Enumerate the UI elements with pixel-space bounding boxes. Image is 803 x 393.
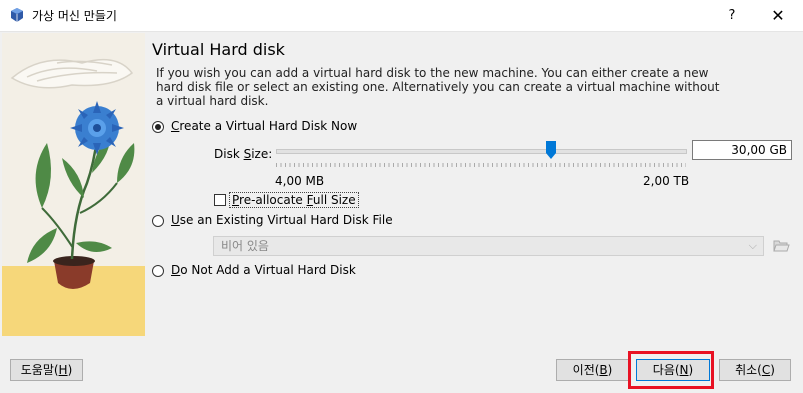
help-button-accel: H	[58, 363, 68, 377]
chevron-down-icon: ⌵	[748, 239, 757, 252]
no-disk-radio[interactable]	[152, 265, 164, 277]
cancel-button-accel: C	[761, 363, 771, 377]
wizard-page: Virtual Hard disk If you wish you can ad…	[145, 32, 803, 348]
no-disk-label-text: o Not Add a Virtual Hard Disk	[180, 263, 356, 277]
help-title-button[interactable]: ?	[718, 0, 746, 31]
back-button[interactable]: 이전(B)	[556, 359, 629, 381]
disk-size-slider-track[interactable]	[276, 149, 687, 154]
back-button-accel: B	[599, 363, 608, 377]
preallocate-label-middle: re-allocate	[239, 193, 307, 207]
cancel-button-label: 취소(	[735, 363, 762, 377]
slider-min-label: 4,00 MB	[275, 174, 325, 188]
cancel-button-close: )	[770, 363, 775, 377]
folder-open-icon[interactable]	[772, 237, 790, 255]
existing-disk-accel: U	[171, 213, 180, 227]
back-button-close: )	[607, 363, 613, 377]
disk-size-input[interactable]: 30,00 GB	[692, 140, 792, 160]
no-disk-label[interactable]: Do Not Add a Virtual Hard Disk	[171, 263, 356, 277]
slider-ticks	[276, 163, 686, 167]
flower-pot-illustration	[2, 33, 145, 336]
disk-size-label: Disk Size:	[214, 147, 272, 161]
preallocate-checkbox[interactable]	[214, 194, 226, 206]
title-bar: 가상 머신 만들기 ? ✕	[0, 0, 803, 32]
window-title: 가상 머신 만들기	[32, 9, 117, 23]
existing-disk-select-value: 비어 있음	[221, 239, 269, 253]
page-description: If you wish you can add a virtual hard d…	[156, 66, 720, 108]
cancel-button[interactable]: 취소(C)	[719, 359, 791, 381]
help-button-close: )	[67, 363, 73, 377]
existing-disk-label[interactable]: Use an Existing Virtual Hard Disk File	[171, 213, 393, 227]
disk-size-slider-handle[interactable]	[546, 141, 556, 159]
preallocate-label-suffix: ull Size	[312, 193, 356, 207]
existing-disk-select[interactable]: 비어 있음 ⌵	[213, 236, 764, 256]
preallocate-accel: P	[232, 193, 240, 207]
disk-size-label-suffix: ize:	[251, 147, 273, 161]
help-button[interactable]: 도움말(H)	[10, 359, 83, 381]
slider-max-label: 2,00 TB	[643, 174, 690, 188]
close-button[interactable]: ✕	[758, 0, 798, 31]
next-button-highlight	[628, 351, 714, 389]
create-disk-radio[interactable]	[152, 121, 164, 133]
back-button-label: 이전(	[572, 363, 600, 377]
create-disk-label-text: reate a Virtual Hard Disk Now	[179, 119, 358, 133]
wizard-illustration	[2, 33, 145, 336]
page-title: Virtual Hard disk	[152, 40, 285, 59]
preallocate-label[interactable]: Pre-allocate Full Size	[229, 192, 359, 208]
create-disk-label[interactable]: Create a Virtual Hard Disk Now	[171, 119, 357, 133]
existing-disk-radio[interactable]	[152, 215, 164, 227]
disk-size-label-prefix: Disk	[214, 147, 244, 161]
help-button-label: 도움말(	[20, 363, 59, 377]
virtualbox-icon	[11, 8, 23, 22]
no-disk-accel: D	[171, 263, 181, 277]
existing-disk-label-text: se an Existing Virtual Hard Disk File	[179, 213, 393, 227]
